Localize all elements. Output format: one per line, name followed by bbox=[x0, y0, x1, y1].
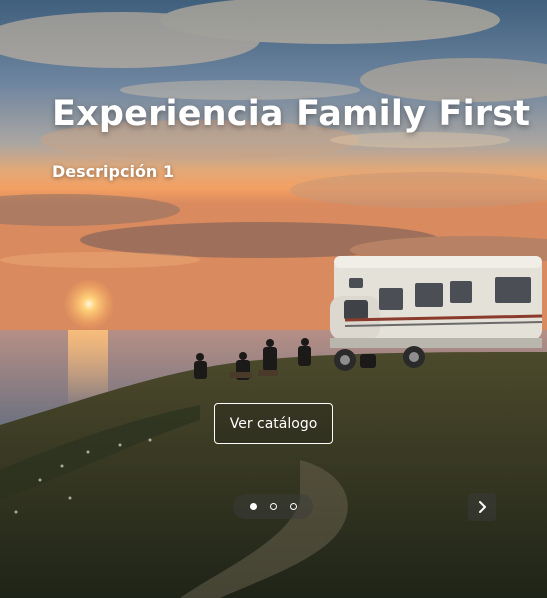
view-catalog-button[interactable]: Ver catálogo bbox=[214, 403, 333, 444]
chevron-right-icon bbox=[477, 498, 487, 517]
carousel-pagination bbox=[233, 494, 313, 519]
carousel-next-button[interactable] bbox=[468, 493, 496, 521]
hero-title: Experiencia Family First bbox=[52, 94, 531, 134]
carousel-dot-2[interactable] bbox=[269, 503, 277, 510]
hero-description: Descripción 1 bbox=[52, 162, 175, 181]
carousel-dot-1[interactable] bbox=[249, 503, 257, 510]
hero-banner: Experiencia Family First Descripción 1 V… bbox=[0, 0, 547, 598]
carousel-dot-3[interactable] bbox=[289, 503, 297, 510]
